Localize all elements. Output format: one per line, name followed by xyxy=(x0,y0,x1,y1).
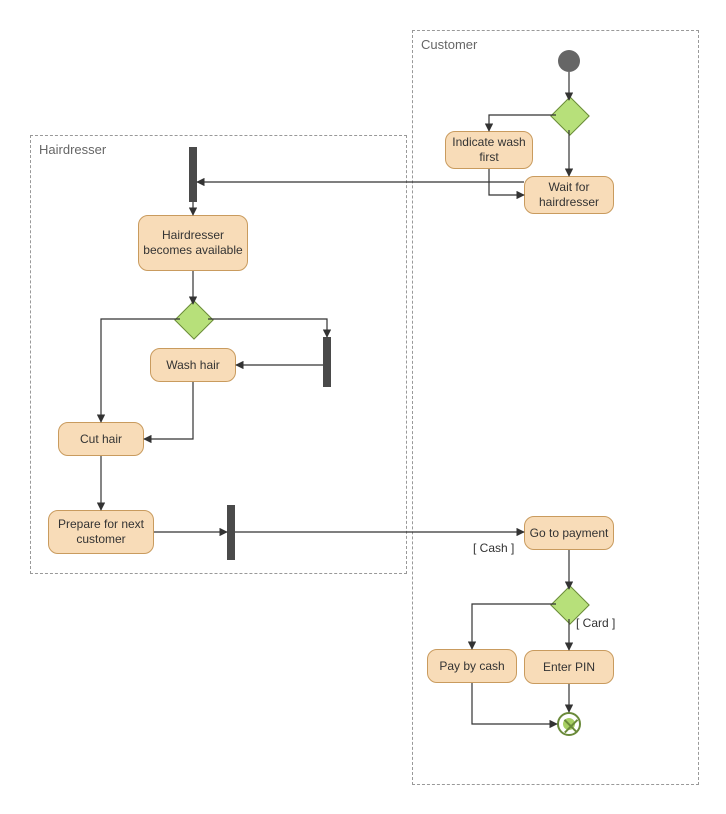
activity-pay-by-cash: Pay by cash xyxy=(427,649,517,683)
activity-enter-pin: Enter PIN xyxy=(524,650,614,684)
activity-indicate-wash-first: Indicate wash first xyxy=(445,131,533,169)
activity-cut-hair: Cut hair xyxy=(58,422,144,456)
activity-prepare-next: Prepare for next customer xyxy=(48,510,154,554)
activity-wash-hair: Wash hair xyxy=(150,348,236,382)
activity-hairdresser-available: Hairdresser becomes available xyxy=(138,215,248,271)
activity-go-to-payment: Go to payment xyxy=(524,516,614,550)
swimlane-hairdresser-label: Hairdresser xyxy=(39,142,106,157)
final-node xyxy=(557,712,581,736)
join-bar-1 xyxy=(227,505,235,560)
fork-bar-2 xyxy=(323,337,331,387)
activity-wait-for-hairdresser: Wait for hairdresser xyxy=(524,176,614,214)
fork-bar-1 xyxy=(189,147,197,202)
initial-node xyxy=(558,50,580,72)
guard-card: [ Card ] xyxy=(576,616,615,630)
activity-diagram: Hairdresser Customer Indicate wash first… xyxy=(0,0,726,814)
guard-cash: [ Cash ] xyxy=(473,541,514,555)
swimlane-customer-label: Customer xyxy=(421,37,477,52)
